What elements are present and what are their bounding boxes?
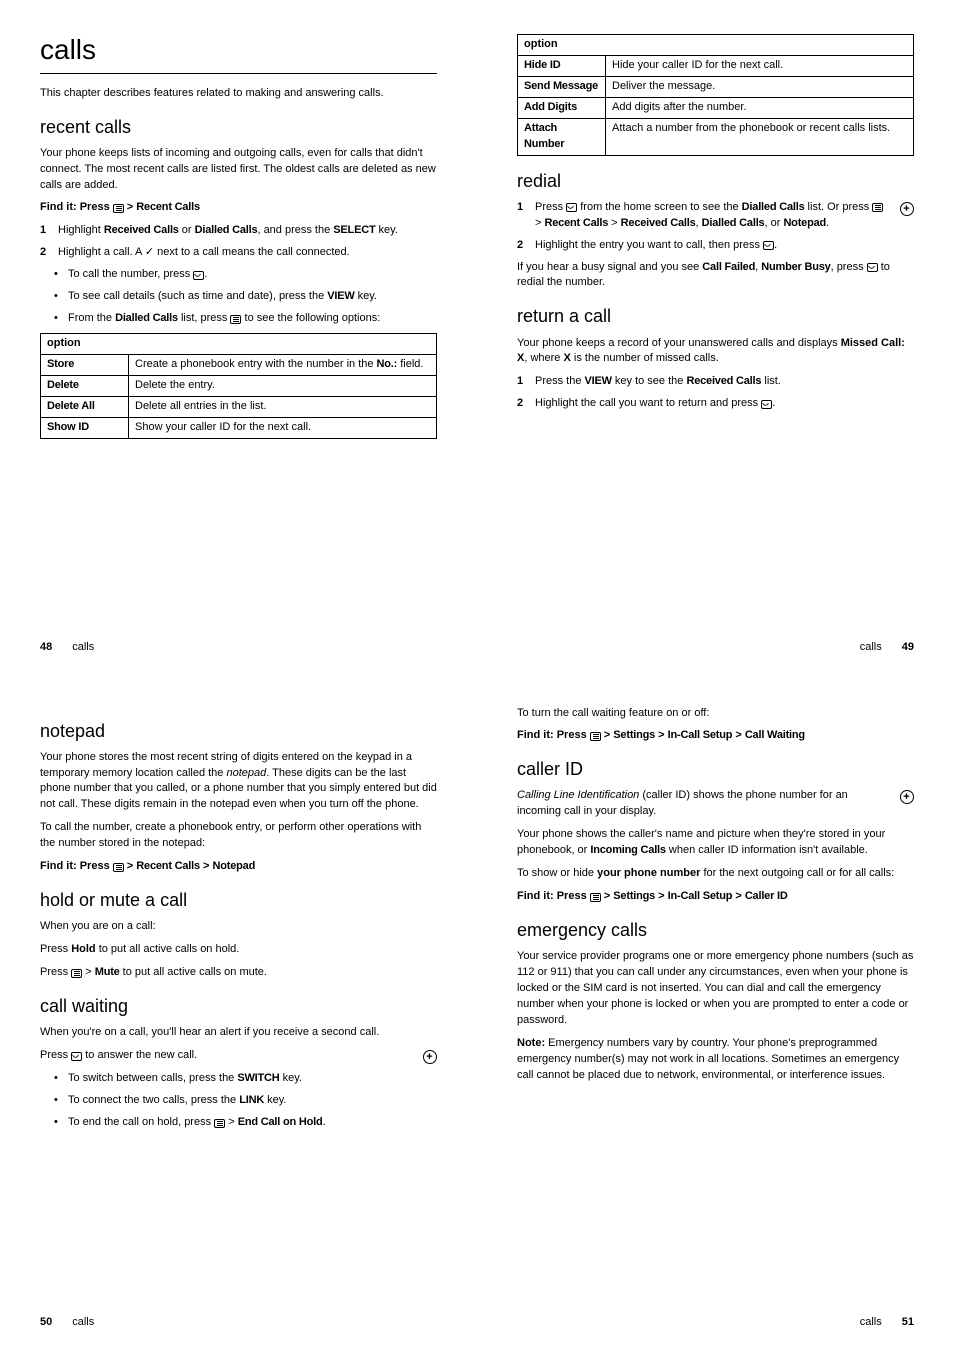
- menu-icon: [230, 315, 241, 324]
- call-icon: [761, 400, 772, 409]
- menu-icon: [71, 969, 82, 978]
- section-recent-calls: recent calls: [40, 114, 437, 140]
- call-icon: [867, 263, 878, 272]
- menu-icon: [214, 1119, 225, 1128]
- steps: 1Highlight Received Calls or Dialled Cal…: [40, 223, 437, 261]
- network-icon: [423, 1050, 437, 1064]
- menu-icon: [872, 203, 883, 212]
- call-icon: [71, 1052, 82, 1061]
- page-footer: 50 calls: [40, 1307, 437, 1331]
- page-50: notepad Your phone stores the most recen…: [0, 676, 477, 1351]
- section-caller-id: caller ID: [517, 756, 914, 782]
- section-redial: redial: [517, 168, 914, 194]
- page-49: option Hide IDHide your caller ID for th…: [477, 0, 954, 676]
- menu-icon: [590, 893, 601, 902]
- notepad-ops: To call the number, create a phonebook e…: [40, 820, 437, 852]
- recent-desc: Your phone keeps lists of incoming and o…: [40, 146, 437, 194]
- page-51: To turn the call waiting feature on or o…: [477, 676, 954, 1351]
- network-icon: [900, 202, 914, 216]
- find-it: Find it: Press > Recent Calls: [40, 200, 437, 216]
- find-it: Find it: Press > Settings > In-Call Setu…: [517, 889, 914, 905]
- menu-icon: [113, 863, 124, 872]
- return-desc: Your phone keeps a record of your unansw…: [517, 336, 914, 368]
- menu-icon: [590, 732, 601, 741]
- intro: This chapter describes features related …: [40, 86, 437, 102]
- network-icon: [900, 790, 914, 804]
- section-hold-mute: hold or mute a call: [40, 887, 437, 913]
- options-table: option StoreCreate a phonebook entry wit…: [40, 333, 437, 439]
- menu-icon: [113, 204, 124, 213]
- busy-note: If you hear a busy signal and you see Ca…: [517, 260, 914, 292]
- options-table-cont: option Hide IDHide your caller ID for th…: [517, 34, 914, 156]
- page-footer: calls 49: [517, 632, 914, 656]
- page-footer: calls 51: [517, 1307, 914, 1331]
- section-emergency: emergency calls: [517, 917, 914, 943]
- page-footer: 48 calls: [40, 632, 437, 656]
- find-it: Find it: Press > Settings > In-Call Setu…: [517, 728, 914, 744]
- page-48: calls This chapter describes features re…: [0, 0, 477, 676]
- find-it: Find it: Press > Recent Calls > Notepad: [40, 859, 437, 875]
- bullet-list: To call the number, press . To see call …: [40, 267, 437, 327]
- section-call-waiting: call waiting: [40, 993, 437, 1019]
- redial-steps: 1 Press from the home screen to see the …: [517, 200, 914, 254]
- section-notepad: notepad: [40, 718, 437, 744]
- notepad-desc: Your phone stores the most recent string…: [40, 750, 437, 814]
- return-steps: 1Press the VIEW key to see the Received …: [517, 374, 914, 412]
- section-return-call: return a call: [517, 303, 914, 329]
- call-icon: [193, 271, 204, 280]
- cw-bullets: To switch between calls, press the SWITC…: [40, 1071, 437, 1131]
- call-icon: [566, 203, 577, 212]
- chapter-title: calls: [40, 30, 437, 74]
- call-icon: [763, 241, 774, 250]
